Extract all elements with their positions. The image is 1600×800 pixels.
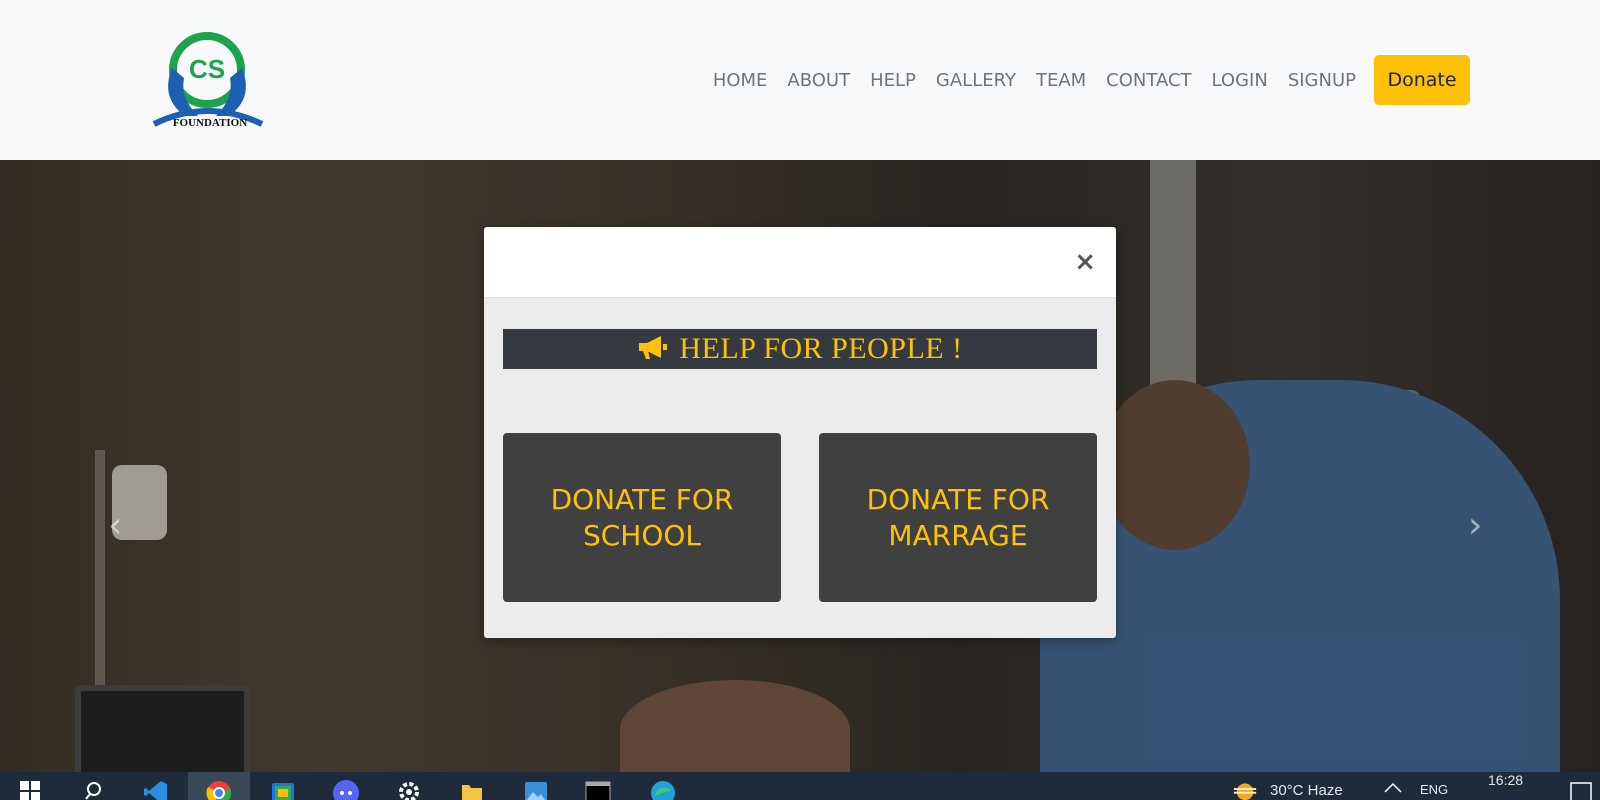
language-indicator[interactable]: ENG xyxy=(1420,782,1448,797)
nav-signup[interactable]: SIGNUP xyxy=(1278,70,1366,91)
nav-home[interactable]: HOME xyxy=(703,70,778,91)
notification-icon[interactable] xyxy=(1568,782,1594,800)
logo-text: FOUNDATION xyxy=(173,117,247,129)
help-banner: HELP FOR PEOPLE ! xyxy=(503,329,1097,369)
photos-icon[interactable] xyxy=(523,780,549,800)
files-icon[interactable] xyxy=(270,780,296,800)
nav-gallery[interactable]: GALLERY xyxy=(926,70,1026,91)
donate-school-card[interactable]: DONATE FOR SCHOOL xyxy=(503,433,781,602)
nav-login[interactable]: LOGIN xyxy=(1202,70,1278,91)
nav-links: HOME ABOUT HELP GALLERY TEAM CONTACT LOG… xyxy=(703,55,1470,105)
windows-taskbar: 30°C Haze ENG 16:28 xyxy=(0,772,1600,800)
donate-school-label: DONATE FOR SCHOOL xyxy=(550,482,734,552)
windows-start-icon[interactable] xyxy=(17,780,43,800)
help-banner-text: HELP FOR PEOPLE ! xyxy=(679,332,963,365)
logo-initials: CS xyxy=(189,54,225,84)
search-icon[interactable] xyxy=(82,780,108,800)
chevron-right-icon[interactable]: › xyxy=(1468,505,1482,546)
cs-foundation-logo[interactable]: CS FOUNDATION xyxy=(150,28,270,132)
vscode-icon[interactable] xyxy=(143,780,169,800)
donate-button[interactable]: Donate xyxy=(1374,55,1470,105)
terminal-icon[interactable] xyxy=(585,780,611,800)
haze-weather-icon[interactable] xyxy=(1232,778,1258,800)
megaphone-icon xyxy=(637,334,669,365)
nav-team[interactable]: TEAM xyxy=(1026,70,1096,91)
file-explorer-icon[interactable] xyxy=(459,780,485,800)
discord-icon[interactable] xyxy=(333,780,359,800)
donate-marrage-label: DONATE FOR MARRAGE xyxy=(866,482,1050,552)
weather-text[interactable]: 30°C Haze xyxy=(1270,782,1343,799)
nav-about[interactable]: ABOUT xyxy=(777,70,860,91)
donate-marrage-card[interactable]: DONATE FOR MARRAGE xyxy=(819,433,1097,602)
settings-icon[interactable] xyxy=(396,780,422,800)
chrome-icon[interactable] xyxy=(188,772,250,800)
nav-contact[interactable]: CONTACT xyxy=(1096,70,1201,91)
chevron-up-icon[interactable] xyxy=(1380,782,1406,800)
nav-help[interactable]: HELP xyxy=(860,70,926,91)
modal-header: × xyxy=(484,227,1116,298)
chevron-left-icon[interactable]: ‹ xyxy=(108,505,122,546)
clock-time[interactable]: 16:28 xyxy=(1488,772,1523,788)
edge-icon[interactable] xyxy=(650,780,676,800)
help-modal: × HELP FOR PEOPLE ! DONATE FOR SCHOOL DO… xyxy=(484,227,1116,638)
navbar: CS FOUNDATION HOME ABOUT HELP GALLERY TE… xyxy=(0,0,1600,160)
close-icon[interactable]: × xyxy=(1074,247,1096,277)
